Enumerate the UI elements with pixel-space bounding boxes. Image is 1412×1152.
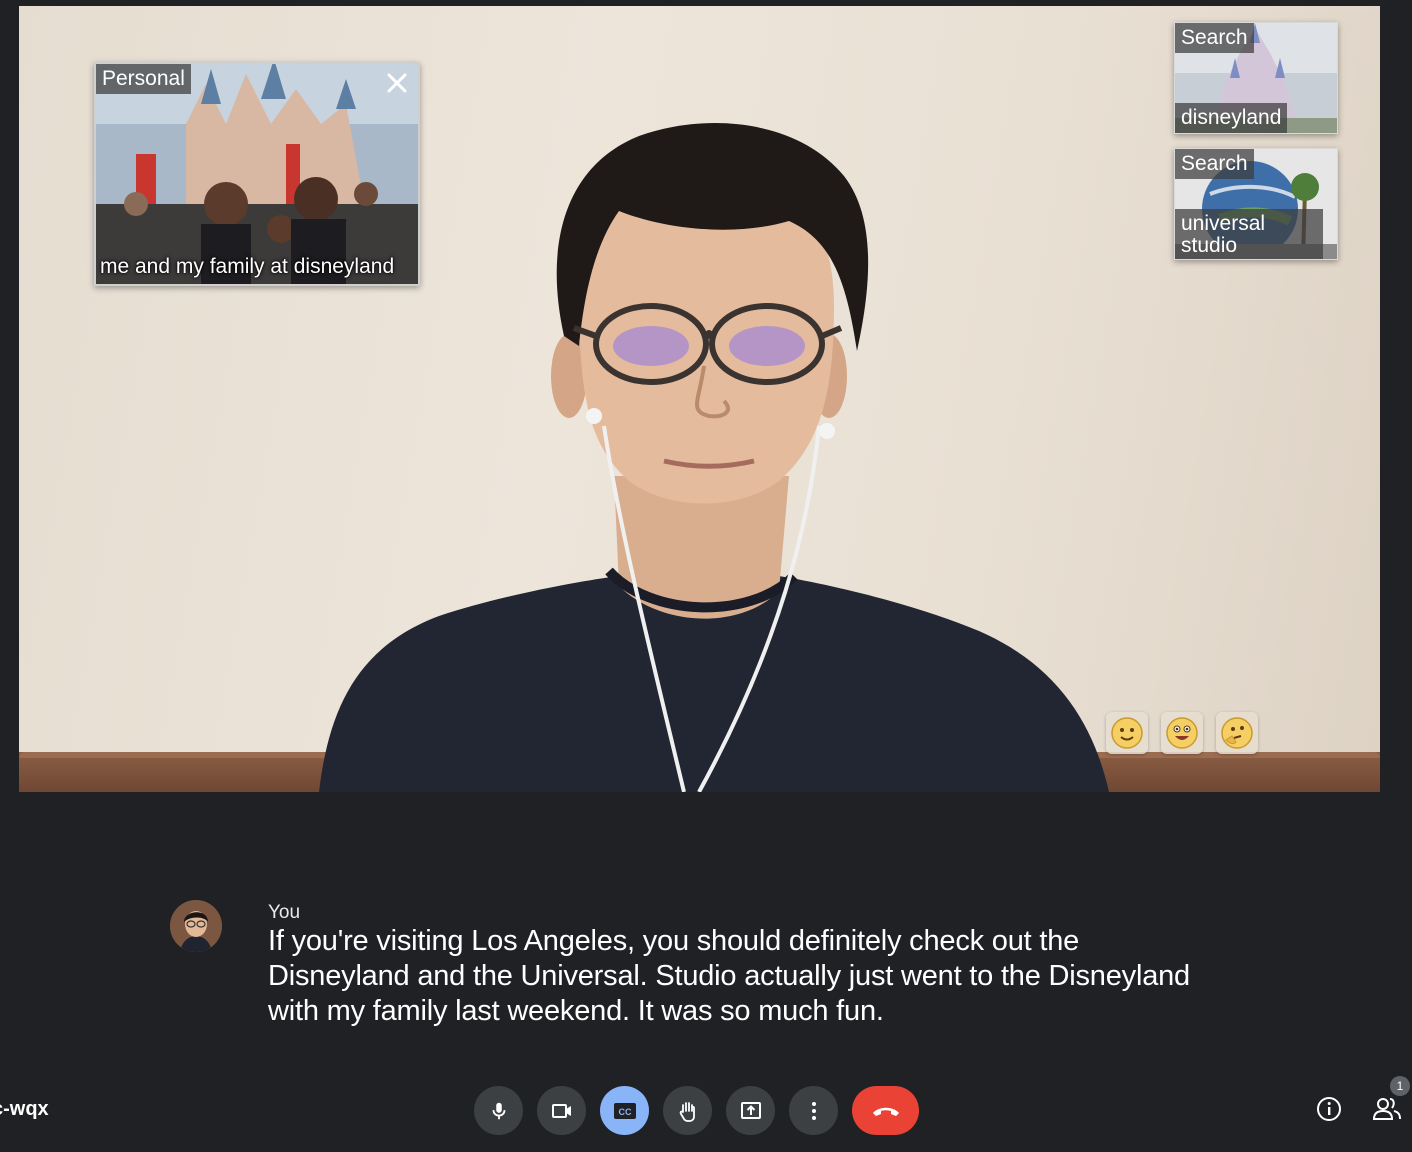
captions-button[interactable]: CC [600,1086,649,1135]
reaction-thinking-button[interactable] [1216,712,1258,754]
call-controls: CC [474,1086,919,1135]
end-call-button[interactable] [852,1086,919,1135]
camera-button[interactable] [537,1086,586,1135]
personal-tag: Personal [96,64,191,94]
thinking-face-icon [1221,717,1253,749]
grinning-face-icon [1166,717,1198,749]
reaction-grin-button[interactable] [1161,712,1203,754]
reaction-smile-button[interactable] [1106,712,1148,754]
video-camera-icon [551,1103,571,1118]
meeting-code: c-wqx [0,1098,49,1120]
closed-captions-icon: CC [613,1102,636,1119]
raise-hand-icon [679,1101,695,1122]
search-card-disneyland[interactable]: Search disneyland [1174,22,1338,134]
smiling-face-icon [1111,717,1143,749]
caption-text: If you're visiting Los Angeles, you shou… [268,925,1190,1027]
personal-photo-card[interactable]: Personal me and my family at disneyland [94,62,420,286]
more-options-button[interactable] [789,1086,838,1135]
microphone-icon [492,1102,505,1119]
disneyland-family-photo [96,64,418,284]
search-query: universal studio [1175,209,1323,259]
info-icon [1317,1097,1341,1121]
people-icon [1372,1098,1401,1120]
present-screen-icon [740,1101,761,1119]
hang-up-icon [872,1107,899,1116]
more-vertical-icon [811,1101,816,1120]
close-icon[interactable] [382,68,412,98]
search-tag: Search [1175,149,1254,179]
search-card-universal-studio[interactable]: Search universal studio [1174,148,1338,260]
present-screen-button[interactable] [726,1086,775,1135]
microphone-button[interactable] [474,1086,523,1135]
svg-text:CC: CC [618,1107,631,1117]
participants-button[interactable] [1370,1092,1404,1126]
raise-hand-button[interactable] [663,1086,712,1135]
avatar [170,900,222,952]
participants-count-badge: 1 [1390,1076,1410,1096]
reaction-bar [1106,712,1258,754]
caption-speaker-name: You [268,902,301,923]
personal-photo-caption: me and my family at disneyland [100,255,395,278]
meeting-info-button[interactable] [1312,1092,1346,1126]
search-tag: Search [1175,23,1254,53]
search-query: disneyland [1175,103,1288,133]
